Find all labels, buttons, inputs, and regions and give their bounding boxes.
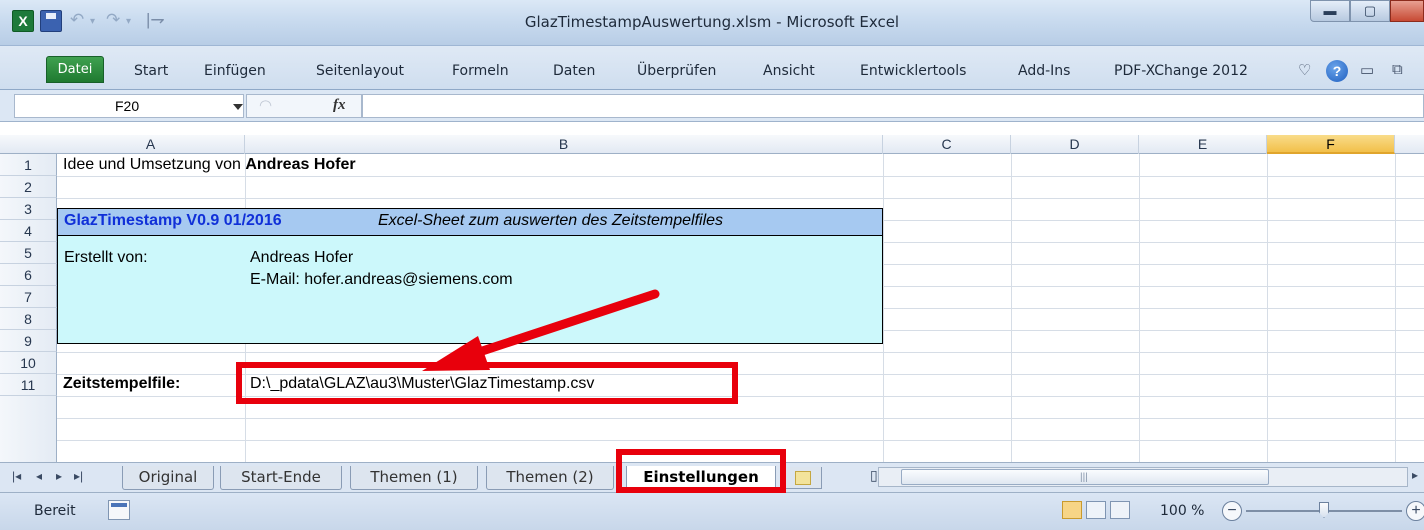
workbook-minimize-icon[interactable]: ▭ (1360, 61, 1374, 79)
title-bar: X ↶ ▾ ↷ ▾ |⇁ GlazTimestampAuswertung.xls… (0, 0, 1424, 46)
name-box-value: F20 (115, 98, 140, 114)
highlight-box-tab (616, 449, 786, 493)
tab-entwicklertools[interactable]: Entwicklertools (860, 63, 966, 79)
last-sheet-icon[interactable]: ▸| (74, 469, 83, 483)
fx-icon[interactable]: fx (333, 97, 346, 114)
tab-pdf-xchange[interactable]: PDF-XChange 2012 (1114, 63, 1248, 79)
next-sheet-icon[interactable]: ▸ (56, 469, 62, 483)
prev-sheet-icon[interactable]: ◂ (36, 469, 42, 483)
zoom-out-icon[interactable]: − (1222, 501, 1242, 521)
view-page-break-button[interactable] (1110, 501, 1130, 519)
workbook-restore-icon[interactable]: ⧉ (1392, 61, 1403, 78)
formula-bar: F20 ◠ fx (0, 90, 1424, 122)
first-sheet-icon[interactable]: |◂ (12, 469, 21, 483)
zoom-in-icon[interactable]: + (1406, 501, 1424, 521)
sheet-tab-start-ende[interactable]: Start-Ende (220, 466, 342, 490)
tab-start[interactable]: Start (134, 63, 168, 79)
scrollbar-thumb[interactable]: ||| (901, 469, 1269, 485)
view-page-layout-button[interactable] (1086, 501, 1106, 519)
minimize-icon: ▬ (1323, 3, 1337, 18)
scroll-right-icon[interactable]: ▸ (1412, 468, 1418, 482)
macro-record-icon[interactable] (108, 500, 130, 520)
tab-seitenlayout[interactable]: Seitenlayout (316, 63, 404, 79)
ribbon-tabs: Datei Start Einfügen Seitenlayout Formel… (0, 46, 1424, 90)
name-box[interactable]: F20 (14, 94, 244, 118)
sheet-tab-themen-2[interactable]: Themen (2) (486, 466, 614, 490)
tab-add-ins[interactable]: Add-Ins (1018, 63, 1070, 79)
maximize-button[interactable]: ▢ (1350, 0, 1390, 22)
sheet-tab-bar: |◂ ◂ ▸ ▸| Original Start-Ende Themen (1)… (0, 449, 1424, 493)
worksheet-grid: A B C D E F 1 2 3 4 5 6 7 8 9 10 11 Idee… (0, 122, 1424, 462)
annotation-arrow (422, 289, 660, 371)
cancel-entry-icon[interactable]: ◠ (259, 96, 272, 114)
status-bar: Bereit 100 % − + (0, 492, 1424, 530)
window-title: GlazTimestampAuswertung.xlsm - Microsoft… (524, 13, 900, 31)
chevron-down-icon[interactable] (233, 104, 243, 110)
zoom-slider-thumb[interactable] (1319, 502, 1329, 518)
zoom-level[interactable]: 100 % (1160, 503, 1204, 519)
tab-ueberpruefen[interactable]: Überprüfen (637, 63, 716, 79)
sheet-tab-themen-1[interactable]: Themen (1) (350, 466, 478, 490)
formula-buttons: ◠ fx (246, 94, 362, 118)
tab-datei[interactable]: Datei (46, 56, 104, 83)
tab-einfuegen[interactable]: Einfügen (204, 63, 266, 79)
minimize-button[interactable]: ▬ (1310, 0, 1350, 22)
minimize-ribbon-icon[interactable]: ♡ (1298, 61, 1311, 79)
arrow-shaft (450, 289, 660, 365)
formula-input[interactable] (362, 94, 1424, 118)
maximize-icon: ▢ (1363, 3, 1377, 18)
close-button[interactable] (1390, 0, 1424, 22)
arrow-head (422, 336, 490, 371)
new-sheet-icon[interactable] (782, 467, 822, 489)
status-ready: Bereit (34, 503, 76, 519)
grip-icon: ||| (1080, 472, 1088, 483)
tab-ansicht[interactable]: Ansicht (763, 63, 815, 79)
tab-daten[interactable]: Daten (553, 63, 595, 79)
sheet-tab-original[interactable]: Original (122, 466, 214, 490)
horizontal-scrollbar[interactable]: ||| (878, 467, 1408, 487)
view-normal-button[interactable] (1062, 501, 1082, 519)
help-icon[interactable]: ? (1326, 60, 1348, 82)
tab-formeln[interactable]: Formeln (452, 63, 509, 79)
